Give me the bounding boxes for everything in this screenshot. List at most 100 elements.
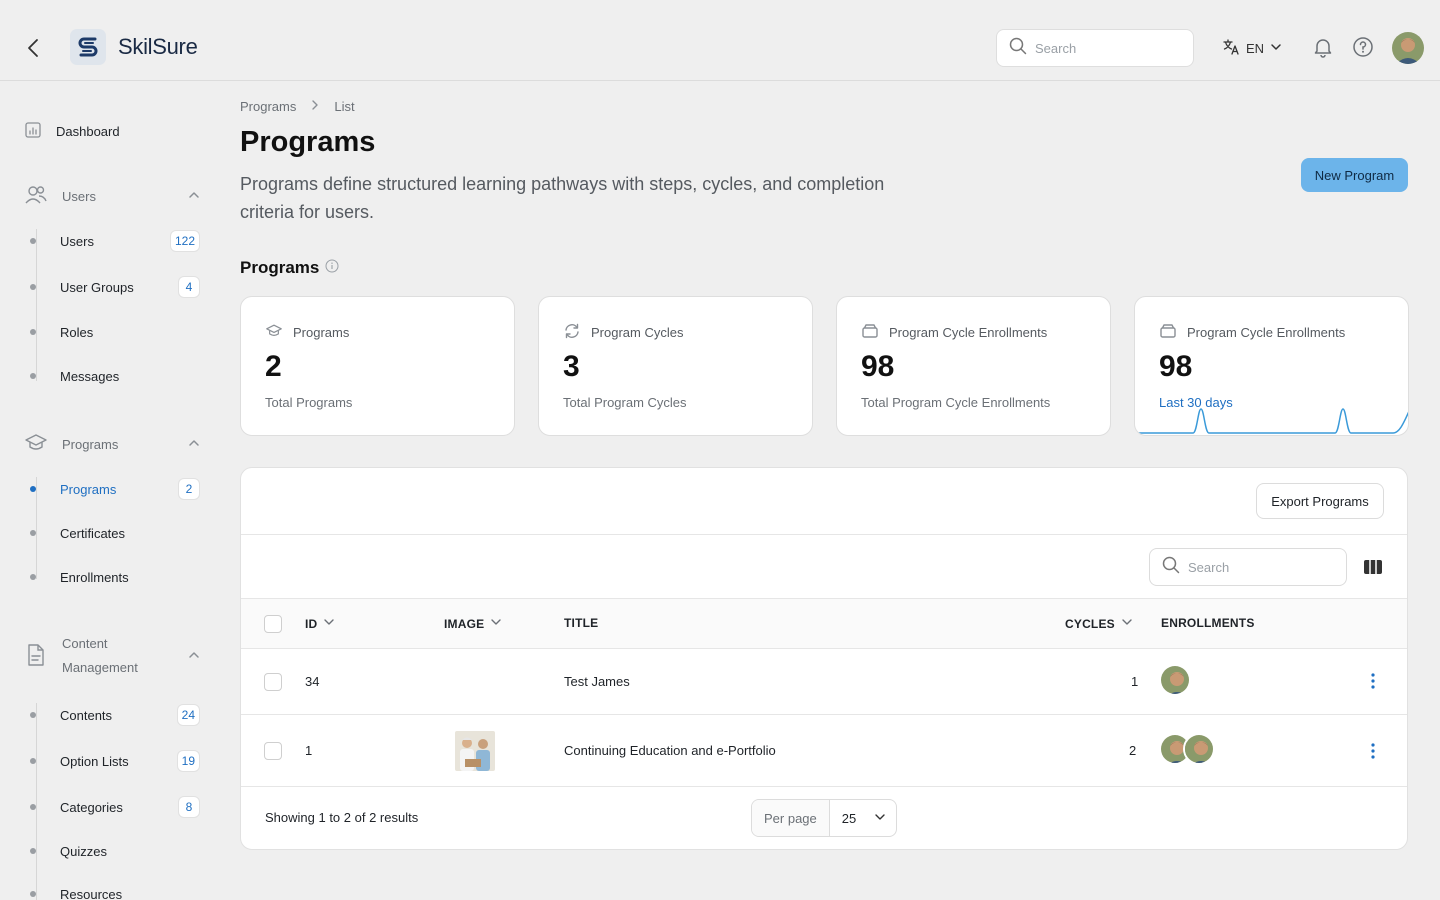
export-programs-button[interactable]: Export Programs xyxy=(1256,483,1384,519)
per-page-select[interactable]: Per page 25 xyxy=(751,799,898,837)
sidebar: Dashboard Users Users 122 User Groups 4 … xyxy=(0,81,220,900)
breadcrumb-link-programs[interactable]: Programs xyxy=(240,99,296,114)
sidebar-item-label: Quizzes xyxy=(60,843,107,859)
count-badge: 122 xyxy=(169,230,200,252)
info-icon[interactable] xyxy=(325,258,339,278)
chevron-down-icon xyxy=(323,616,335,631)
graduation-cap-icon xyxy=(265,323,283,342)
sidebar-item-label: Contents xyxy=(60,707,113,723)
table-search[interactable] xyxy=(1149,548,1347,586)
cell-title[interactable]: Test James xyxy=(564,674,630,689)
table-search-input[interactable] xyxy=(1188,559,1338,575)
chevron-down-icon xyxy=(1270,41,1282,56)
bullet xyxy=(30,758,36,764)
stat-card-program-cycles: Program Cycles 3 Total Program Cycles xyxy=(538,296,813,436)
sidebar-item-messages[interactable]: Messages xyxy=(30,361,200,391)
row-actions-kebab-icon[interactable] xyxy=(1365,671,1381,696)
sidebar-group-label: Content Management xyxy=(62,636,138,675)
sidebar-item-programs[interactable]: Programs 2 xyxy=(30,474,200,504)
cell-cycles: 1 xyxy=(1131,674,1139,689)
sidebar-item-dashboard[interactable]: Dashboard xyxy=(24,121,120,142)
chevron-down-icon xyxy=(874,811,886,826)
bullet xyxy=(30,712,36,718)
bullet xyxy=(30,891,36,897)
global-search[interactable] xyxy=(996,29,1194,67)
bullet xyxy=(30,329,36,335)
column-header-title: TITLE xyxy=(564,616,599,630)
row-checkbox[interactable] xyxy=(264,742,282,760)
sidebar-item-users[interactable]: Users 122 xyxy=(30,226,200,256)
chevron-up-icon[interactable] xyxy=(188,649,200,664)
page-description: Programs define structured learning path… xyxy=(240,174,885,222)
global-search-input[interactable] xyxy=(1035,40,1185,56)
cell-title[interactable]: Continuing Education and e-Portfolio xyxy=(564,743,776,758)
bullet xyxy=(30,804,36,810)
new-program-button[interactable]: New Program xyxy=(1301,158,1408,192)
enrollee-avatar xyxy=(1159,664,1191,696)
archive-box-icon xyxy=(861,323,879,342)
cell-id: 34 xyxy=(305,674,320,689)
select-all-checkbox[interactable] xyxy=(264,615,282,633)
column-header-cycles[interactable]: CYCLES xyxy=(1065,616,1133,631)
table-row[interactable]: 1 Continuing Education and e-Portfolio 2 xyxy=(241,715,1407,787)
columns-toggle-icon[interactable] xyxy=(1363,558,1383,581)
row-actions-kebab-icon[interactable] xyxy=(1365,741,1381,766)
per-page-value-select[interactable]: 25 xyxy=(830,811,896,826)
brand-name: SkilSure xyxy=(118,34,198,59)
search-icon xyxy=(1162,556,1180,579)
table-header: ID IMAGE TITLE CYCLES ENROLLMENTS xyxy=(241,598,1407,649)
sidebar-item-roles[interactable]: Roles xyxy=(30,317,200,347)
count-badge: 2 xyxy=(178,478,200,500)
back-chevron-icon[interactable] xyxy=(24,36,44,60)
stat-value: 98 xyxy=(861,350,895,383)
divider xyxy=(241,534,1407,535)
sidebar-group-content-management[interactable]: Content Management xyxy=(24,632,200,680)
sidebar-group-programs[interactable]: Programs xyxy=(24,432,200,457)
translate-icon xyxy=(1222,38,1240,59)
stat-card-enrollments-30-days: Program Cycle Enrollments 98 Last 30 day… xyxy=(1134,296,1409,436)
sidebar-item-quizzes[interactable]: Quizzes xyxy=(30,836,200,866)
stat-value: 98 xyxy=(1159,350,1193,383)
sidebar-item-label: Enrollments xyxy=(60,569,129,585)
stat-label: Program Cycle Enrollments xyxy=(1187,325,1346,340)
users-icon xyxy=(24,184,48,209)
bullet xyxy=(30,530,36,536)
table-row[interactable]: 34 Test James 1 xyxy=(241,649,1407,715)
column-header-image[interactable]: IMAGE xyxy=(444,616,502,631)
program-thumbnail xyxy=(455,731,495,771)
sidebar-item-label: Messages xyxy=(60,368,120,384)
sidebar-item-user-groups[interactable]: User Groups 4 xyxy=(30,272,200,302)
sidebar-item-option-lists[interactable]: Option Lists 19 xyxy=(30,746,200,776)
cell-cycles: 2 xyxy=(1129,743,1137,758)
sidebar-item-resources[interactable]: Resources xyxy=(30,879,200,900)
row-checkbox[interactable] xyxy=(264,673,282,691)
chevron-up-icon[interactable] xyxy=(188,437,200,452)
language-switcher[interactable]: EN xyxy=(1222,38,1282,59)
brand-logo-icon xyxy=(70,29,106,65)
chevron-up-icon[interactable] xyxy=(188,189,200,204)
stat-description: Total Programs xyxy=(265,395,353,410)
sidebar-item-categories[interactable]: Categories 8 xyxy=(30,792,200,822)
sidebar-item-enrollments[interactable]: Enrollments xyxy=(30,562,200,592)
sidebar-item-contents[interactable]: Contents 24 xyxy=(30,700,200,730)
help-icon[interactable] xyxy=(1352,36,1374,63)
breadcrumb: Programs List xyxy=(240,99,355,114)
user-avatar[interactable] xyxy=(1392,32,1424,64)
sidebar-group-users[interactable]: Users xyxy=(24,184,200,209)
stat-description: Total Program Cycles xyxy=(563,395,687,410)
section-title: Programs xyxy=(240,258,339,278)
sidebar-item-certificates[interactable]: Certificates xyxy=(30,518,200,548)
count-badge: 8 xyxy=(178,796,200,818)
bullet xyxy=(30,238,36,244)
pagination-summary: Showing 1 to 2 of 2 results xyxy=(265,810,419,825)
sidebar-item-label: Programs xyxy=(60,481,117,497)
sidebar-item-label: Certificates xyxy=(60,525,126,541)
notifications-bell-icon[interactable] xyxy=(1312,36,1334,63)
enrollee-avatar xyxy=(1183,733,1215,765)
column-header-id[interactable]: ID xyxy=(305,616,335,631)
stat-label: Program Cycles xyxy=(591,325,684,340)
top-bar: SkilSure EN xyxy=(0,0,1440,81)
page-title: Programs xyxy=(240,126,376,158)
refresh-cycle-icon xyxy=(563,323,581,342)
sparkline xyxy=(1135,408,1408,434)
